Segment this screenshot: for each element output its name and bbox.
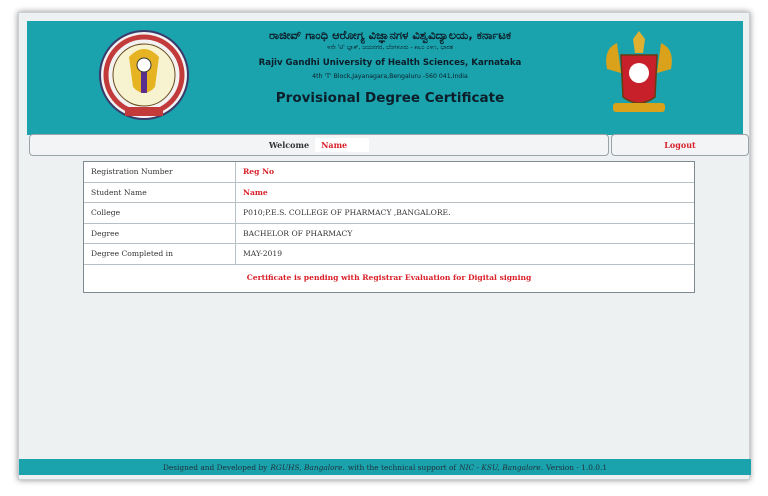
welcome-user-name: Name — [315, 138, 370, 152]
table-row: Registration Number Reg No — [84, 162, 694, 183]
student-name-value: Name — [236, 183, 694, 203]
rguhs-logo-icon — [99, 30, 189, 120]
footer-middle: with the technical support of — [347, 462, 457, 472]
registration-number-label: Registration Number — [84, 162, 236, 182]
table-row: Degree Completed in MAY-2019 — [84, 244, 694, 265]
table-row: Degree BACHELOR OF PHARMACY — [84, 223, 694, 244]
degree-completed-label: Degree Completed in — [84, 244, 236, 264]
header-banner: ರಾಜೀವ್ ಗಾಂಧಿ ಆರೋಗ್ಯ ವಿಜ್ಞಾನಗಳ ವಿಶ್ವವಿದ್ಯ… — [27, 21, 743, 135]
footer-developer: RGUHS, Bangalore. — [270, 462, 345, 472]
university-name: Rajiv Gandhi University of Health Scienc… — [258, 58, 522, 68]
degree-value: BACHELOR OF PHARMACY — [243, 228, 353, 238]
welcome-bar: Welcome Name — [29, 134, 609, 156]
page-title: Provisional Degree Certificate — [275, 90, 505, 106]
footer-version: Version - 1.0.0.1 — [546, 462, 608, 472]
karnataka-emblem-icon — [606, 31, 672, 112]
footer: Designed and Developed by RGUHS, Bangalo… — [19, 459, 751, 475]
student-name-label: Student Name — [84, 182, 236, 202]
kannada-university-title: ರಾಜೀವ್ ಗಾಂಧಿ ಆರೋಗ್ಯ ವಿಜ್ಞಾನಗಳ ವಿಶ್ವವಿದ್ಯ… — [268, 28, 512, 42]
kannada-address: ೪ನೇ 'ಟಿ' ಬ್ಲಾಕ್, ಜಯನಗರ, ಬೆಂಗಳೂರು - ೫೬೦ ೦… — [327, 44, 453, 51]
table-row: Student Name Name — [84, 182, 694, 203]
certificate-status-row: Certificate is pending with Registrar Ev… — [84, 265, 694, 291]
degree-completed-value: MAY-2019 — [243, 249, 283, 259]
table-row: College P010;P.E.S. COLLEGE OF PHARMACY … — [84, 203, 694, 224]
certificate-status-message: Certificate is pending with Registrar Ev… — [246, 273, 532, 282]
college-label: College — [84, 203, 236, 223]
header-text-block: ರಾಜೀವ್ ಗಾಂಧಿ ಆರೋಗ್ಯ ವಿಜ್ಞಾನಗಳ ವಿಶ್ವವಿದ್ಯ… — [227, 27, 553, 108]
logout-button[interactable]: Logout — [611, 134, 749, 156]
app-window: ರಾಜೀವ್ ಗಾಂಧಿ ಆರೋಗ್ಯ ವಿಜ್ಞಾನಗಳ ವಿಶ್ವವಿದ್ಯ… — [18, 12, 751, 480]
footer-prefix: Designed and Developed by — [162, 462, 268, 472]
welcome-label: Welcome — [268, 140, 310, 150]
footer-support: NIC - KSU, Bangalore. — [459, 462, 544, 472]
registration-number-value: Reg No — [236, 162, 694, 182]
certificate-details-table: Registration Number Reg No Student Name … — [83, 161, 695, 293]
college-value: P010;P.E.S. COLLEGE OF PHARMACY ,BANGALO… — [243, 208, 451, 218]
university-address: 4th 'T' Block,Jayanagara,Bengaluru -560 … — [312, 73, 468, 80]
degree-label: Degree — [84, 223, 236, 243]
